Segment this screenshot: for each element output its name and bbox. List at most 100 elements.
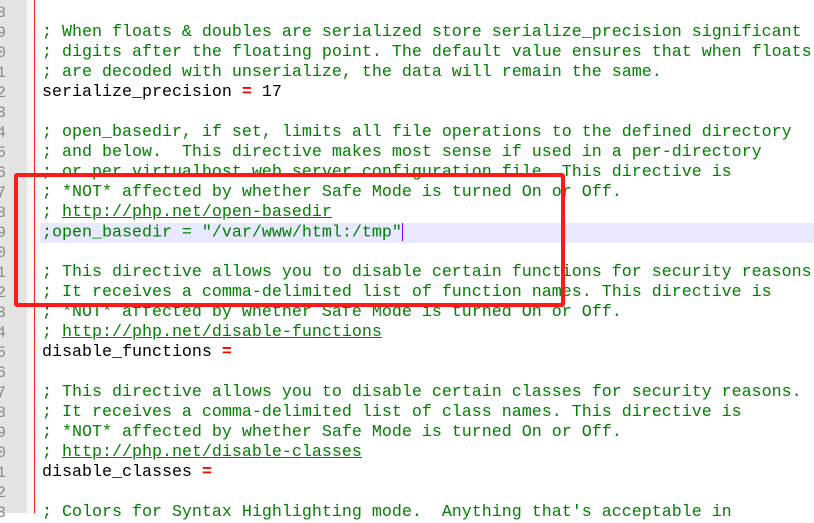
line-number: 6 <box>0 164 6 182</box>
code-line[interactable]: 4 ; http://php.net/disable-functions <box>0 323 814 343</box>
line-number: 7 <box>0 384 6 402</box>
line-text[interactable]: ; It receives a comma-delimited list of … <box>40 283 814 303</box>
code-line[interactable]: 0; http://php.net/disable-classes <box>0 443 814 463</box>
line-number: 3 <box>0 304 6 322</box>
key-token: disable_functions <box>42 343 222 362</box>
line-number: 0 <box>0 444 6 462</box>
op-token: = <box>201 463 212 482</box>
comment-token: ; This directive allows you to disable c… <box>42 263 812 282</box>
comment-token: ; or per virtualhost web server configur… <box>42 163 732 182</box>
comment-token: ; are decoded with unserialize, the data… <box>42 63 662 82</box>
code-line[interactable]: 3 ; *NOT* affected by whether Safe Mode i… <box>0 303 814 323</box>
line-text[interactable]: ; open_basedir, if set, limits all file … <box>40 123 814 143</box>
code-line[interactable]: 2 ; It receives a comma-delimited list of… <box>0 283 814 303</box>
line-text[interactable]: ; *NOT* affected by whether Safe Mode is… <box>40 183 814 203</box>
line-text[interactable]: ; This directive allows you to disable c… <box>40 263 814 283</box>
code-line[interactable]: 8; http://php.net/open-basedir <box>0 203 814 223</box>
comment-token: ; <box>42 443 62 462</box>
comment-token: ; It receives a comma-delimited list of … <box>42 283 772 302</box>
code-line[interactable]: 4 ; open_basedir, if set, limits all file… <box>0 123 814 143</box>
line-number: 2 <box>0 284 6 302</box>
line-number: 9 <box>0 424 6 442</box>
line-number: 9 <box>0 224 6 242</box>
line-text[interactable] <box>40 363 814 383</box>
line-text[interactable]: ; It receives a comma-delimited list of … <box>40 403 814 423</box>
line-text[interactable] <box>40 103 814 123</box>
code-line[interactable]: 0 <box>0 243 814 263</box>
code-line[interactable]: 1 ; are decoded with unserialize, the dat… <box>0 63 814 83</box>
line-number: 1 <box>0 264 6 282</box>
line-text[interactable]: ; http://php.net/disable-classes <box>40 443 814 463</box>
line-text[interactable]: ; are decoded with unserialize, the data… <box>40 63 814 83</box>
line-number: 2 <box>0 484 6 502</box>
line-number: 6 <box>0 364 6 382</box>
line-number: 8 <box>0 404 6 422</box>
code-line[interactable]: 2 serialize_precision = 17 <box>0 83 814 103</box>
comment-token: ;open_basedir = "/var/www/html:/tmp" <box>42 223 402 243</box>
code-editor[interactable]: 8 9 ; When floats & doubles are serialized… <box>0 0 814 522</box>
comment-token: ; open_basedir, if set, limits all file … <box>42 123 792 142</box>
line-text[interactable]: ; and below. This directive makes most s… <box>40 143 814 163</box>
line-text[interactable]: disable_classes = <box>40 463 814 483</box>
comment-token: ; *NOT* affected by whether Safe Mode is… <box>42 303 622 322</box>
line-text[interactable] <box>40 3 814 23</box>
key-token: disable_classes <box>42 463 202 482</box>
line-number: 8 <box>0 4 6 22</box>
key-token: serialize_precision <box>42 83 242 102</box>
code-line[interactable]: 8 <box>0 3 814 23</box>
url-link[interactable]: http://php.net/disable-classes <box>62 443 362 462</box>
line-text[interactable] <box>40 483 814 503</box>
comment-token: ; When floats & doubles are serialized s… <box>42 23 802 42</box>
code-line[interactable]: 6 ; or per virtualhost web server configu… <box>0 163 814 183</box>
code-line[interactable]: 8 ; It receives a comma-delimited list of… <box>0 403 814 423</box>
op-token: = <box>241 83 252 102</box>
url-link[interactable]: http://php.net/disable-functions <box>62 323 382 342</box>
line-text[interactable]: ; When floats & doubles are serialized s… <box>40 23 814 43</box>
line-text[interactable]: ; *NOT* affected by whether Safe Mode is… <box>40 303 814 323</box>
url-link[interactable]: http://php.net/open-basedir <box>62 203 332 222</box>
line-number: 5 <box>0 344 6 362</box>
line-text[interactable]: serialize_precision = 17 <box>40 83 814 103</box>
line-number: 3 <box>0 504 6 522</box>
code-line[interactable]: 5 ; and below. This directive makes most … <box>0 143 814 163</box>
line-text[interactable]: ; or per virtualhost web server configur… <box>40 163 814 183</box>
code-line[interactable]: 3 <box>0 103 814 123</box>
line-text[interactable]: ; http://php.net/open-basedir <box>40 203 814 223</box>
line-number: 8 <box>0 204 6 222</box>
line-number: 4 <box>0 324 6 342</box>
code-line[interactable]: 6 <box>0 363 814 383</box>
code-line[interactable]: 1 ; This directive allows you to disable … <box>0 263 814 283</box>
comment-token: ; digits after the floating point. The d… <box>42 43 812 62</box>
line-number: 5 <box>0 144 6 162</box>
line-number: 9 <box>0 24 6 42</box>
line-number: 1 <box>0 464 6 482</box>
code-line[interactable]: 7 ; *NOT* affected by whether Safe Mode i… <box>0 183 814 203</box>
line-text[interactable]: ; *NOT* affected by whether Safe Mode is… <box>40 423 814 443</box>
line-number: 7 <box>0 184 6 202</box>
comment-token: ; *NOT* affected by whether Safe Mode is… <box>42 423 622 442</box>
line-text[interactable]: disable_functions = <box>40 343 814 363</box>
line-text[interactable] <box>40 243 814 263</box>
line-text[interactable]: ; This directive allows you to disable c… <box>40 383 814 403</box>
code-line[interactable]: 9 ; When floats & doubles are serialized … <box>0 23 814 43</box>
comment-token: ; <box>42 203 62 222</box>
line-number: 4 <box>0 124 6 142</box>
line-text[interactable]: ; Colors for Syntax Highlighting mode. A… <box>40 503 814 523</box>
code-line[interactable]: 2 <box>0 483 814 503</box>
line-text[interactable]: ; digits after the floating point. The d… <box>40 43 814 63</box>
line-number: 2 <box>0 84 6 102</box>
line-number: 0 <box>0 44 6 62</box>
code-line[interactable]: 9 ;open_basedir = "/var/www/html:/tmp" <box>0 223 814 243</box>
line-number: 3 <box>0 104 6 122</box>
line-text[interactable]: ; http://php.net/disable-functions <box>40 323 814 343</box>
line-number: 0 <box>0 244 6 262</box>
comment-token: ; It receives a comma-delimited list of … <box>42 403 742 422</box>
code-line[interactable]: 0 ; digits after the floating point. The … <box>0 43 814 63</box>
code-line[interactable]: 1 disable_classes = <box>0 463 814 483</box>
val-token: 17 <box>251 83 282 102</box>
code-line[interactable]: 7 ; This directive allows you to disable … <box>0 383 814 403</box>
code-line[interactable]: 5 disable_functions = <box>0 343 814 363</box>
code-line[interactable]: 3 ; Colors for Syntax Highlighting mode. … <box>0 503 814 523</box>
line-text[interactable]: ;open_basedir = "/var/www/html:/tmp" <box>40 223 814 243</box>
code-line[interactable]: 9 ; *NOT* affected by whether Safe Mode i… <box>0 423 814 443</box>
